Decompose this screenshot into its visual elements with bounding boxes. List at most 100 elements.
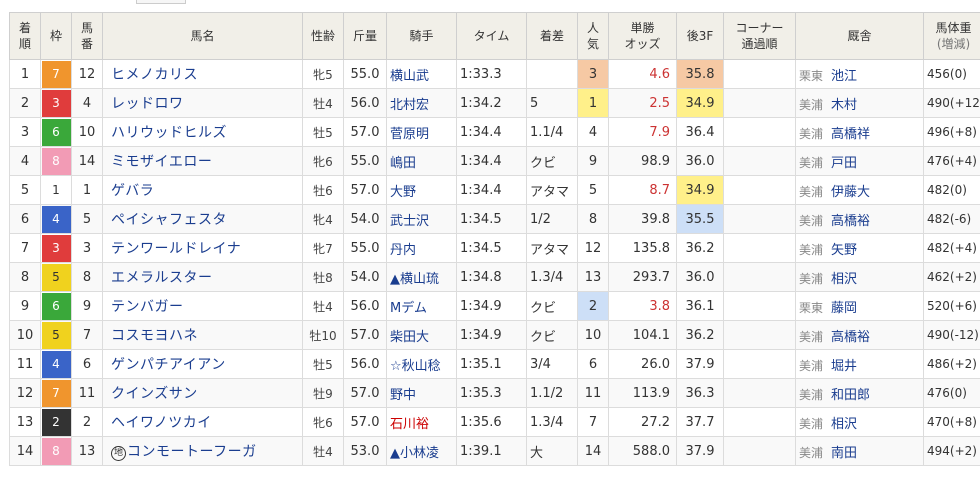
horse-name-link[interactable]: ミモザイエロー	[111, 154, 212, 170]
horse-name-link[interactable]: レッドロワ	[111, 96, 184, 112]
margin-cell	[526, 59, 578, 89]
odds-cell: 4.6	[608, 59, 677, 89]
table-row: 1 7 12 ヒメノカリス 牝5 55.0 横山武 1:33.3 3 4.6 35.8 栗東 池江 456…	[9, 59, 980, 89]
popularity-cell: 3	[577, 59, 609, 89]
popularity-cell: 5	[577, 175, 609, 205]
jockey-link[interactable]: 北村宏	[390, 98, 429, 113]
horse-name-link[interactable]: ヒメノカリス	[111, 67, 198, 83]
horse-name-link[interactable]: ゲンパチアイアン	[111, 357, 226, 373]
trainer-link[interactable]: 戸田	[831, 156, 857, 171]
jockey-link[interactable]: 武士沢	[390, 214, 429, 229]
horse-name-link[interactable]: ヘイワノツカイ	[111, 415, 212, 431]
jockey-cell: ▲横山琉	[386, 262, 457, 292]
race-result-table: 着順 枠 馬番 馬名 性齢 斤量 騎手 タイム 着差 人気 単勝 オッズ 後3F …	[9, 12, 980, 466]
header-odds[interactable]: 単勝 オッズ	[608, 12, 677, 60]
horse-name-link[interactable]: ゲバラ	[111, 183, 154, 199]
trainer-link[interactable]: 和田郎	[831, 388, 870, 403]
stable-region: 美浦	[799, 126, 824, 141]
umaban-cell: 1	[71, 175, 103, 205]
horse-name-link[interactable]: ペイシャフェスタ	[111, 212, 227, 228]
stable-cell: 美浦 高橋裕	[795, 320, 924, 350]
horse-name-cell: ヒメノカリス	[102, 59, 303, 89]
trainer-link[interactable]: 南田	[831, 446, 857, 461]
trainer-link[interactable]: 高橋祥	[831, 127, 870, 142]
stable-region: 美浦	[799, 155, 824, 170]
header-corner[interactable]: コーナー 通過順	[723, 12, 796, 60]
jockey-cell: 菅原明	[386, 117, 457, 147]
horse-name-link[interactable]: コスモヨハネ	[111, 328, 198, 344]
header-waku[interactable]: 枠	[40, 12, 72, 60]
horse-name-link[interactable]: テンワールドレイナ	[111, 241, 241, 257]
margin-cell: アタマ	[526, 175, 578, 205]
last3f-cell: 37.9	[676, 436, 724, 466]
waku-cell: 3	[40, 233, 72, 263]
horse-name-cell: クインズサン	[102, 378, 303, 408]
horse-name-link[interactable]: クインズサン	[111, 386, 198, 402]
table-header-row: 着順 枠 馬番 馬名 性齢 斤量 騎手 タイム 着差 人気 単勝 オッズ 後3F …	[9, 12, 980, 60]
trainer-link[interactable]: 池江	[831, 69, 857, 84]
trainer-link[interactable]: 相沢	[831, 272, 857, 287]
header-jockey[interactable]: 騎手	[386, 12, 457, 60]
weight-cell: 53.0	[343, 436, 387, 466]
body-weight-cell: 486(+2)	[923, 349, 980, 379]
trainer-link[interactable]: 堀井	[831, 359, 857, 374]
trainer-link[interactable]: 高橋裕	[831, 330, 870, 345]
table-row: 14 8 13 地コンモートーフーガ 牡4 53.0 ▲小林凌 1:39.1 大 14 588.0 3…	[9, 436, 980, 466]
header-margin[interactable]: 着差	[526, 12, 578, 60]
header-horse-name[interactable]: 馬名	[102, 12, 303, 60]
trainer-link[interactable]: 藤岡	[831, 301, 857, 316]
horse-name-link[interactable]: コンモートーフーガ	[127, 444, 257, 460]
time-cell: 1:34.4	[456, 146, 527, 176]
header-weight[interactable]: 斤量	[343, 12, 387, 60]
jockey-link[interactable]: 柴田大	[390, 330, 429, 345]
header-body-weight[interactable]: 馬体重 (増減)	[923, 12, 980, 60]
jockey-link[interactable]: ☆秋山稔	[390, 359, 441, 374]
jockey-link[interactable]: 大野	[390, 185, 416, 200]
popularity-cell: 1	[577, 88, 609, 118]
waku-badge: 5	[41, 321, 71, 349]
corner-cell	[723, 175, 796, 205]
jockey-link[interactable]: 菅原明	[390, 127, 429, 142]
weight-cell: 57.0	[343, 320, 387, 350]
waku-badge: 2	[41, 408, 71, 436]
jockey-link[interactable]: Mデム	[390, 301, 427, 316]
jockey-link[interactable]: ▲小林凌	[390, 446, 439, 461]
waku-cell: 3	[40, 88, 72, 118]
weight-cell: 56.0	[343, 291, 387, 321]
header-umaban[interactable]: 馬番	[71, 12, 103, 60]
header-last3f[interactable]: 後3F	[676, 12, 724, 60]
trainer-link[interactable]: 矢野	[831, 243, 857, 258]
jockey-link[interactable]: 石川裕	[390, 417, 429, 432]
stable-cell: 美浦 戸田	[795, 146, 924, 176]
jockey-link[interactable]: 横山武	[390, 69, 429, 84]
trainer-link[interactable]: 伊藤大	[831, 185, 870, 200]
jockey-link[interactable]: 嶋田	[390, 156, 416, 171]
header-sex-age[interactable]: 性齢	[302, 12, 344, 60]
corner-cell	[723, 291, 796, 321]
header-time[interactable]: タイム	[456, 12, 527, 60]
jockey-link[interactable]: 丹内	[390, 243, 416, 258]
trainer-link[interactable]: 木村	[831, 98, 857, 113]
time-cell: 1:39.1	[456, 436, 527, 466]
header-popularity[interactable]: 人気	[577, 12, 609, 60]
horse-name-link[interactable]: テンバガー	[111, 299, 184, 315]
umaban-cell: 6	[71, 349, 103, 379]
popularity-cell: 10	[577, 320, 609, 350]
header-rank[interactable]: 着順	[9, 12, 41, 60]
weight-cell: 57.0	[343, 117, 387, 147]
margin-cell: アタマ	[526, 233, 578, 263]
horse-name-link[interactable]: ハリウッドヒルズ	[111, 125, 227, 141]
header-stable[interactable]: 厩舎	[795, 12, 924, 60]
time-cell: 1:35.3	[456, 378, 527, 408]
jockey-link[interactable]: 野中	[390, 388, 416, 403]
weight-cell: 56.0	[343, 88, 387, 118]
trainer-link[interactable]: 高橋裕	[831, 214, 870, 229]
table-row: 4 8 14 ミモザイエロー 牝6 55.0 嶋田 1:34.4 クビ 9 98.9 36.0 美浦 戸田…	[9, 146, 980, 176]
jockey-link[interactable]: ▲横山琉	[390, 272, 439, 287]
trainer-link[interactable]: 相沢	[831, 417, 857, 432]
rank-cell: 5	[9, 175, 41, 205]
horse-name-link[interactable]: エメラルスター	[111, 270, 213, 286]
rank-cell: 3	[9, 117, 41, 147]
time-cell: 1:34.5	[456, 204, 527, 234]
jockey-cell: ▲小林凌	[386, 436, 457, 466]
